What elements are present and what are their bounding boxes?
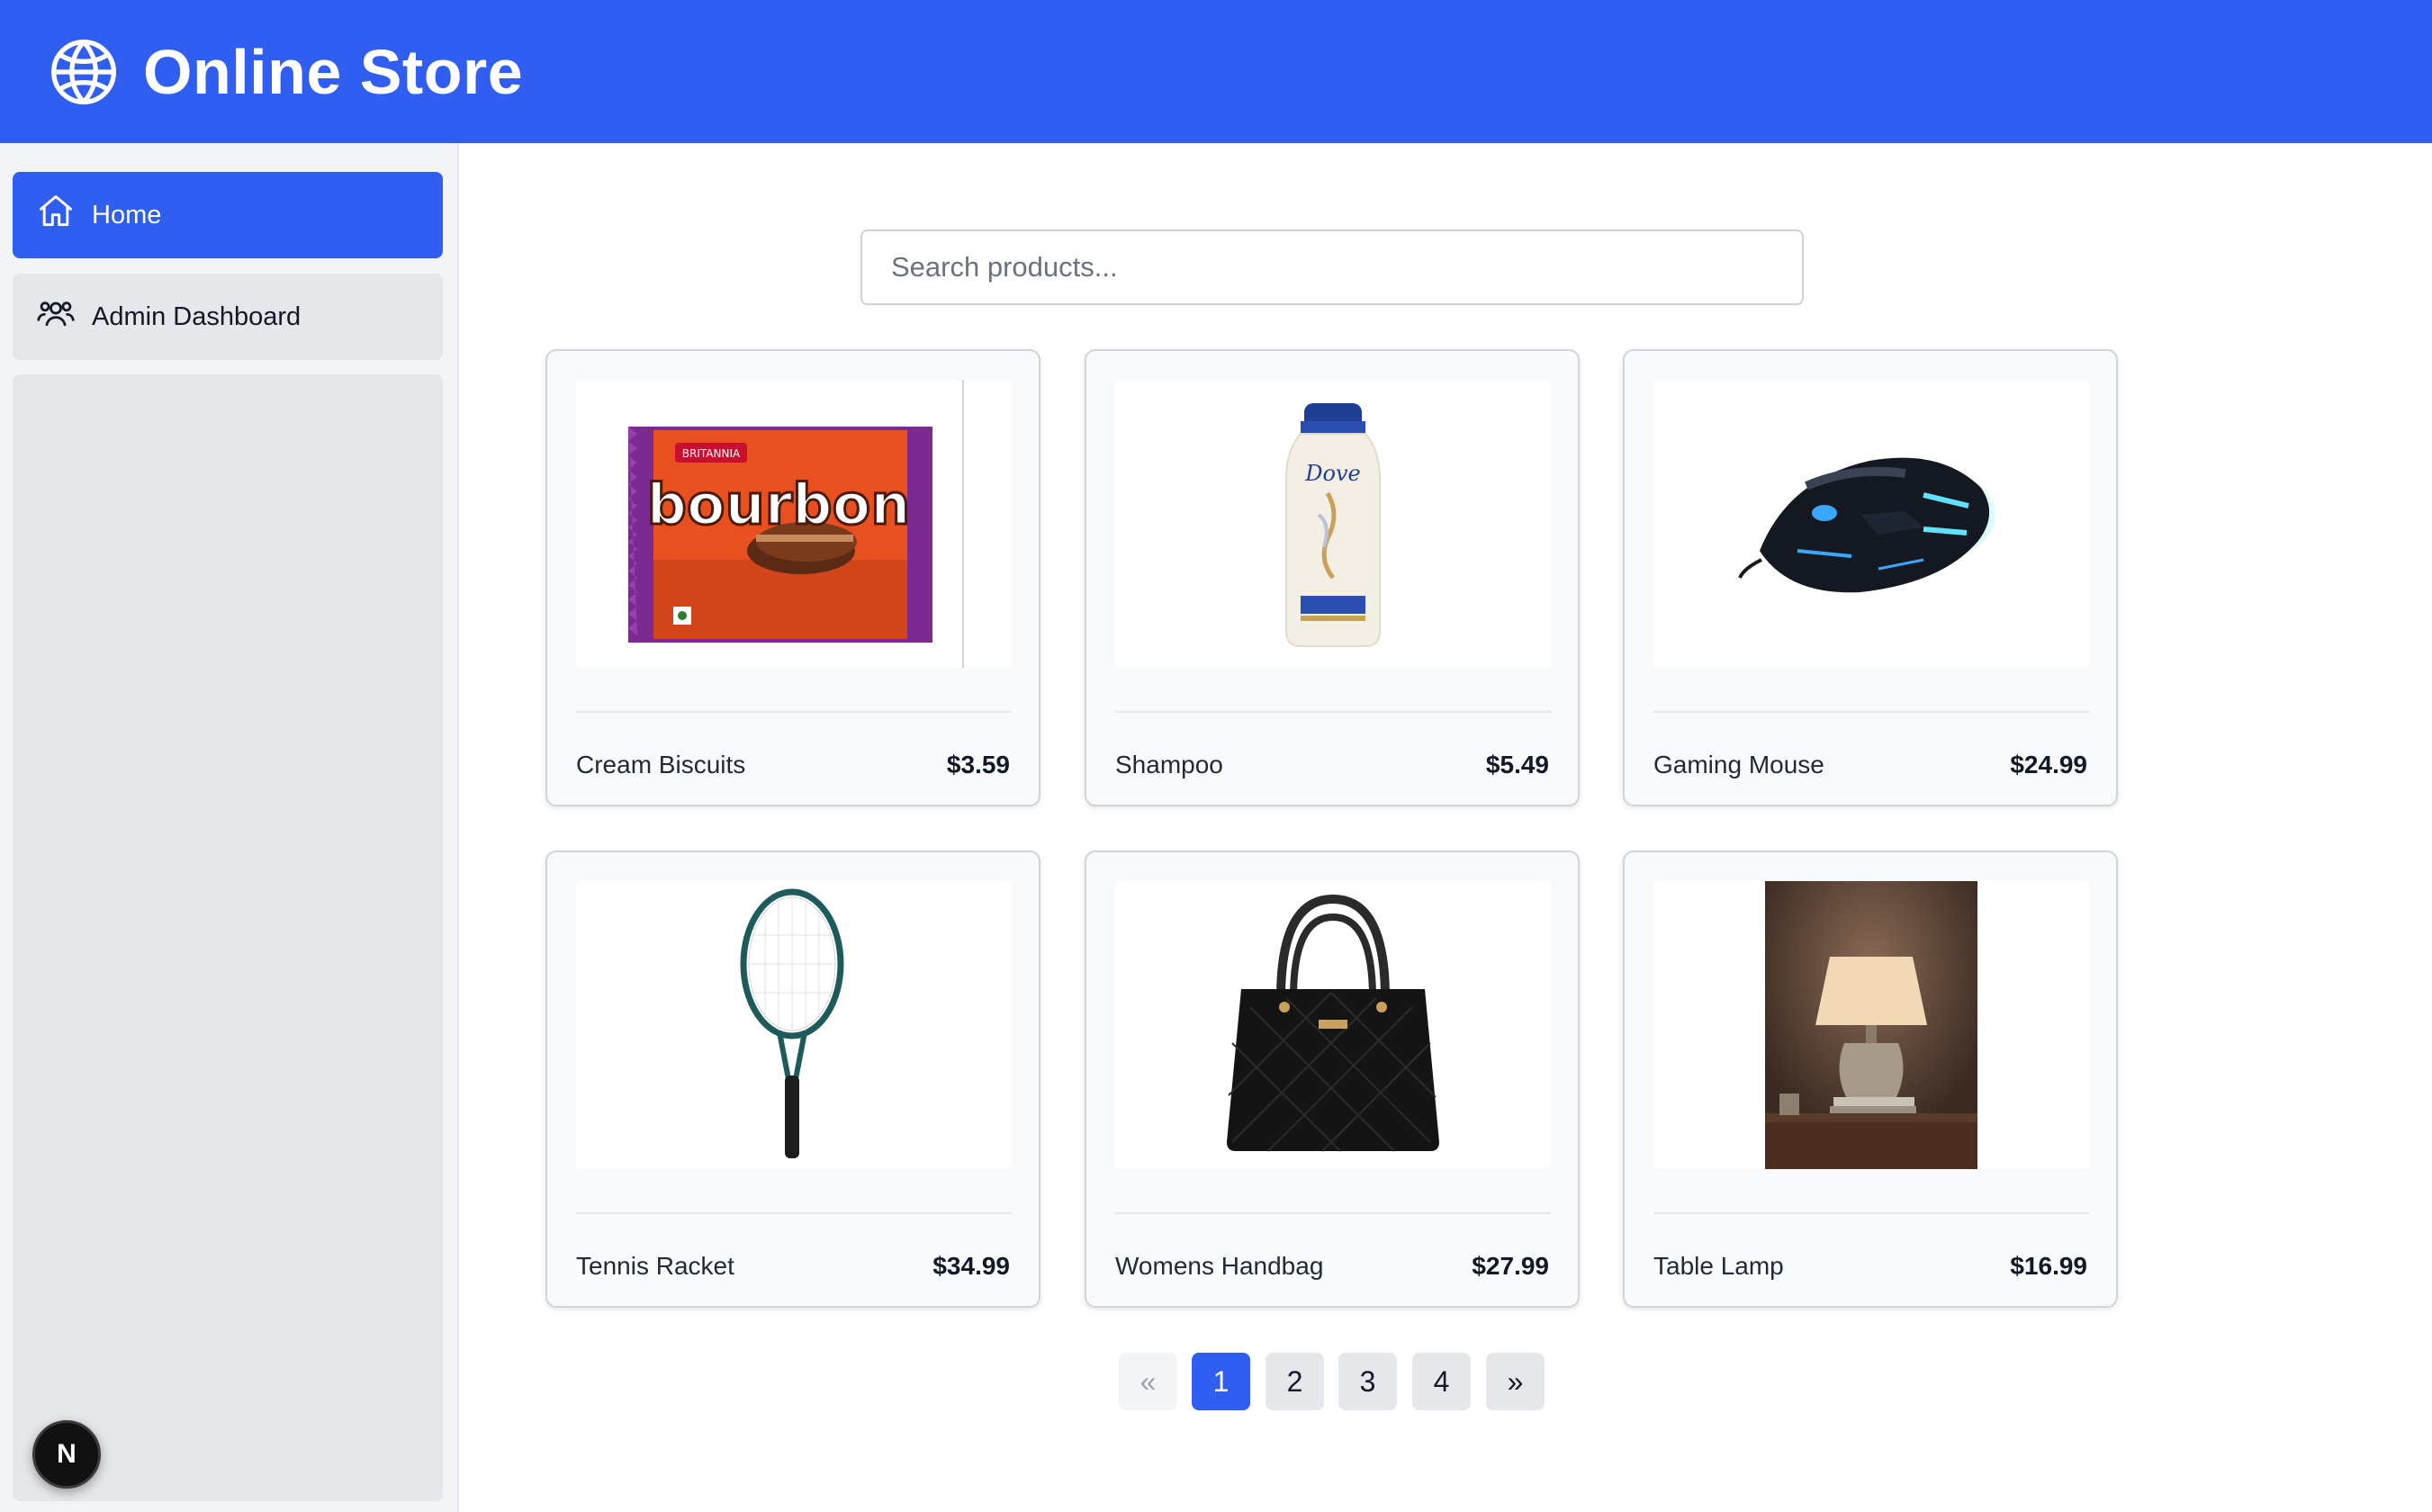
product-card[interactable]: Table Lamp $16.99 [1623,850,2118,1308]
pagination-page-1[interactable]: 1 [1192,1353,1250,1410]
search-input[interactable] [860,230,1804,305]
product-name: Cream Biscuits [576,751,746,778]
product-price: $34.99 [932,1252,1010,1280]
shampoo-brand-text: Dove [1304,461,1360,486]
pagination-prev-button[interactable]: « [1119,1353,1177,1410]
pagination-page-3[interactable]: 3 [1338,1353,1397,1410]
card-divider [1115,711,1551,713]
shampoo-bottle-image: Dove [1115,380,1551,668]
gaming-mouse-image [1653,380,2089,668]
users-icon [36,293,76,340]
product-name: Tennis Racket [576,1252,734,1280]
tennis-racket-image [576,881,1012,1169]
product-card[interactable]: bourbon BRITANNIA Cream Biscuits $3.59 [545,349,1040,806]
pagination-page-label: 4 [1433,1364,1450,1398]
product-name: Gaming Mouse [1653,751,1824,778]
biscuit-brand-text: bourbon [647,472,911,537]
sidebar-item-label: Home [92,200,162,230]
biscuit-pack-image: bourbon BRITANNIA [576,380,1012,668]
globe-icon [48,36,120,108]
card-divider [1115,1212,1551,1214]
app-header: Online Store [0,0,2432,143]
pagination-page-4[interactable]: 4 [1412,1353,1471,1410]
product-card[interactable]: Dove Shampoo $5.49 [1085,349,1580,806]
table-lamp-image [1653,881,2089,1169]
pagination-page-label: 1 [1212,1364,1230,1398]
pagination-page-label: 2 [1286,1364,1303,1398]
sidebar: Home Admin Dashboard [0,143,459,1512]
pagination-next-button[interactable]: » [1486,1353,1545,1410]
biscuit-maker-text: BRITANNIA [682,447,741,460]
product-price: $5.49 [1485,751,1549,778]
card-divider [576,711,1012,713]
home-icon [36,192,76,238]
product-price: $16.99 [2010,1252,2087,1280]
chevron-double-right-icon: » [1507,1364,1524,1398]
product-card[interactable]: Womens Handbag $27.99 [1085,850,1580,1308]
card-divider [1653,711,2089,713]
product-name: Shampoo [1115,751,1223,778]
product-name: Womens Handbag [1115,1252,1324,1280]
product-name: Table Lamp [1653,1252,1784,1280]
card-divider [576,1212,1012,1214]
product-price: $24.99 [2010,751,2087,778]
chevron-double-left-icon: « [1139,1364,1157,1398]
nextjs-logo-icon: N [57,1439,77,1469]
sidebar-item-home[interactable]: Home [13,172,443,258]
handbag-image [1115,881,1551,1169]
pagination-page-2[interactable]: 2 [1266,1353,1324,1410]
product-price: $27.99 [1472,1252,1549,1280]
app-title: Online Store [143,36,524,107]
product-card[interactable]: Tennis Racket $34.99 [545,850,1040,1308]
product-price: $3.59 [946,751,1010,778]
pagination-page-label: 3 [1359,1364,1376,1398]
sidebar-item-admin-dashboard[interactable]: Admin Dashboard [13,274,443,360]
product-card[interactable]: Gaming Mouse $24.99 [1623,349,2118,806]
nextjs-dev-badge[interactable]: N [32,1420,101,1489]
sidebar-item-label: Admin Dashboard [92,302,302,331]
card-divider [1653,1212,2089,1214]
sidebar-panel [13,374,443,1501]
